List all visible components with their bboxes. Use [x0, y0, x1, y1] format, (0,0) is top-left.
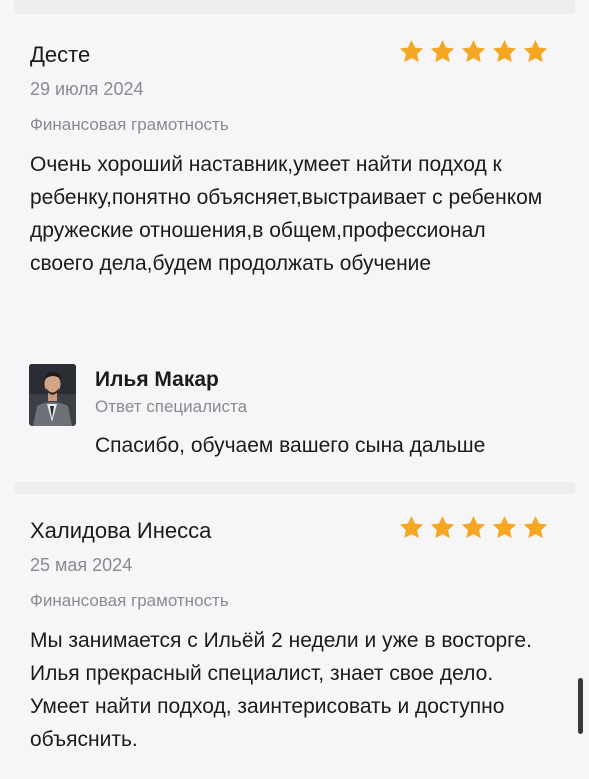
- review-date: 29 июля 2024: [30, 79, 144, 99]
- review-card: Десте 29 июля 2024 Финансовая грамотност…: [30, 38, 549, 280]
- review-header: Халидова Инесса: [30, 514, 549, 548]
- star-icon: [461, 516, 486, 539]
- rating-stars: [398, 514, 549, 541]
- specialist-reply: Илья Макар Ответ специалиста Спасибо, об…: [29, 364, 559, 464]
- reply-author[interactable]: Илья Макар: [95, 366, 485, 394]
- reply-text: Спасибо, обучаем вашего сына дальше: [95, 434, 486, 457]
- review-text: Очень хороший наставник,умеет найти подх…: [30, 153, 543, 275]
- section-divider: [14, 482, 575, 494]
- star-icon: [430, 516, 455, 539]
- review-author: Десте: [30, 42, 91, 67]
- reply-role: Ответ специалиста: [95, 397, 248, 416]
- rating-stars: [398, 38, 549, 65]
- star-icon: [523, 40, 548, 63]
- star-icon: [461, 40, 486, 63]
- section-divider: [14, 0, 575, 14]
- star-icon: [492, 516, 517, 539]
- star-icon: [523, 516, 548, 539]
- review-text: Мы занимается с Ильёй 2 недели и уже в в…: [30, 629, 532, 751]
- review-subject: Финансовая грамотность: [30, 591, 229, 610]
- review-header: Десте: [30, 38, 549, 72]
- scrollbar[interactable]: [578, 678, 583, 734]
- avatar[interactable]: [29, 364, 76, 426]
- star-icon: [399, 40, 424, 63]
- star-icon: [430, 40, 455, 63]
- star-icon: [399, 516, 424, 539]
- review-card: Халидова Инесса 25 мая 2024 Финансовая г…: [30, 514, 549, 756]
- specialist-photo: [29, 364, 76, 426]
- reply-body: Илья Макар Ответ специалиста Спасибо, об…: [95, 366, 485, 460]
- star-icon: [492, 40, 517, 63]
- review-date: 25 мая 2024: [30, 555, 133, 575]
- review-author: Халидова Инесса: [30, 518, 212, 543]
- review-subject: Финансовая грамотность: [30, 115, 229, 134]
